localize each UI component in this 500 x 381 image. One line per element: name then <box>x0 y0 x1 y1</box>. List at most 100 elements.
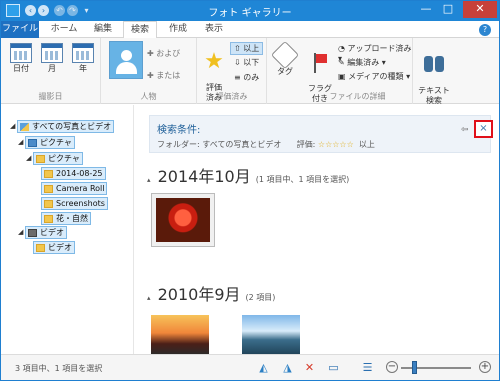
rose-photo <box>156 198 210 242</box>
collapse-pictures-folder-icon[interactable]: ◢ <box>26 154 31 162</box>
rating-criteria-label: 評価: <box>296 140 316 149</box>
search-criteria-title: 検索条件: <box>157 125 201 136</box>
edited-label: 編集済み <box>347 58 380 67</box>
folder-criteria-value: すべての写真とビデオ <box>202 140 282 149</box>
edited-dropdown[interactable]: ✎ 編集済み ▾ <box>338 57 386 68</box>
rating-above-label: 以上 <box>243 44 260 53</box>
photo-thumbnail[interactable] <box>151 315 209 355</box>
collapse-pictures-icon[interactable]: ◢ <box>18 138 23 146</box>
rating-above-button[interactable]: ⇧ 以上 <box>230 42 264 55</box>
year-button[interactable]: 年 <box>69 43 97 74</box>
month-button[interactable]: 月 <box>38 43 66 74</box>
tree-item-flowers-nature[interactable]: 花・自然 <box>41 212 91 225</box>
date-button-label: 日付 <box>13 64 29 73</box>
zoom-out-button[interactable]: − <box>386 361 398 373</box>
collapse-all-media-icon[interactable]: ◢ <box>10 122 15 130</box>
lake-photo <box>242 315 300 355</box>
uploaded-label: アップロード済み <box>347 44 412 53</box>
photo-thumbnail[interactable] <box>242 315 300 355</box>
media-type-dropdown[interactable]: ▣ メディアの種類 ▾ <box>338 71 410 82</box>
people-group-label: 人物 <box>140 92 157 101</box>
tree-label: すべての写真とビデオ <box>32 122 112 131</box>
rating-group: ★ 評価 済み ⇧ 以上 ⇩ 以下 ≡ のみ 評価済み <box>197 38 267 104</box>
rotate-right-icon[interactable]: ◮ <box>281 361 294 374</box>
maximize-button[interactable]: □ <box>437 1 459 18</box>
group-month-label: 2014年10月 <box>157 167 251 186</box>
flag-icon <box>312 53 328 73</box>
tag-button[interactable]: タグ <box>270 40 300 77</box>
ribbon: 日付 月 年 撮影日 ✚ および ✚ または 人物 ★ 評価 済み ⇧ 以上 ⇩… <box>1 38 499 106</box>
folder-icon <box>36 155 45 163</box>
ribbon-tabs: ファイル ホーム 編集 検索 作成 表示 ? <box>1 21 499 39</box>
collapse-videos-icon[interactable]: ◢ <box>18 228 23 236</box>
photo-gallery-window: ‹ › ↶ ↷ ▾ フォト ギャラリー — □ ✕ ファイル ホーム 編集 検索… <box>0 0 500 381</box>
media-type-label: メディアの種類 <box>348 72 404 81</box>
rating-below-button[interactable]: ⇩ 以下 <box>231 57 262 68</box>
tree-label: Screenshots <box>56 199 105 208</box>
tree-item-2014-08-25[interactable]: 2014-08-25 <box>41 167 106 180</box>
tab-create[interactable]: 作成 <box>161 21 195 38</box>
tab-file[interactable]: ファイル <box>1 21 39 38</box>
tag-icon <box>270 40 300 70</box>
rotate-left-icon[interactable]: ◭ <box>257 361 270 374</box>
tree-label: 2014-08-25 <box>56 169 103 178</box>
calendar-year-icon <box>72 43 94 63</box>
videos-library-icon <box>28 229 37 237</box>
tree-item-screenshots[interactable]: Screenshots <box>41 197 108 210</box>
rating-only-label: のみ <box>243 73 260 82</box>
close-search-button[interactable]: × <box>474 120 493 138</box>
tree-item-camera-roll[interactable]: Camera Roll <box>41 182 108 195</box>
status-bar: 3 項目中、1 項目を選択 ◭ ◮ ✕ ▭ ☰ − + <box>1 354 499 380</box>
tree-label: ビデオ <box>48 243 72 252</box>
tree-label: ピクチャ <box>48 154 80 163</box>
tab-home[interactable]: ホーム <box>45 21 83 38</box>
and-button[interactable]: ✚ および <box>147 48 180 59</box>
tree-label: ピクチャ <box>40 138 72 147</box>
photo-thumbnail[interactable] <box>151 193 215 247</box>
binoculars-icon <box>423 52 445 74</box>
search-criteria-panel: 検索条件: フォルダー: すべての写真とビデオ 評価: ☆☆☆☆☆ 以上 ⇦ × <box>149 115 493 153</box>
selection-status: 3 項目中、1 項目を選択 <box>15 364 103 373</box>
tab-search[interactable]: 検索 <box>123 21 157 39</box>
tab-view[interactable]: 表示 <box>197 21 231 38</box>
tree-item-pictures-library[interactable]: ピクチャ <box>25 136 75 149</box>
rating-below-label: 以下 <box>243 58 260 67</box>
tree-item-all-media[interactable]: すべての写真とビデオ <box>17 120 115 133</box>
tree-item-videos-folder[interactable]: ビデオ <box>33 241 75 254</box>
year-button-label: 年 <box>79 64 87 73</box>
text-search-label: テキスト 検索 <box>418 86 450 105</box>
folder-icon <box>44 200 53 208</box>
help-icon[interactable]: ? <box>479 24 491 36</box>
search-back-icon[interactable]: ⇦ <box>461 125 469 135</box>
date-button[interactable]: 日付 <box>7 43 35 74</box>
people-group: ✚ および ✚ または 人物 <box>101 38 197 104</box>
rating-only-button[interactable]: ≡ のみ <box>231 72 262 83</box>
calendar-month-icon <box>41 43 63 63</box>
slideshow-icon[interactable]: ▭ <box>327 361 340 374</box>
date-group-label: 撮影日 <box>38 92 63 101</box>
tree-item-videos-library[interactable]: ビデオ <box>25 226 67 239</box>
folder-criteria-label: フォルダー: <box>157 140 200 149</box>
details-view-icon[interactable]: ☰ <box>361 361 374 374</box>
zoom-in-button[interactable]: + <box>479 361 491 373</box>
minimize-button[interactable]: — <box>415 1 437 18</box>
group-header-2010-09[interactable]: 2010年9月 (2 項目) <box>147 281 276 305</box>
or-label: または <box>156 71 181 80</box>
tree-item-pictures-folder[interactable]: ピクチャ <box>33 152 83 165</box>
zoom-slider-thumb[interactable] <box>412 361 417 374</box>
text-search-button[interactable]: テキスト 検索 <box>417 41 451 106</box>
group-header-2014-10[interactable]: 2014年10月 (1 項目中、1 項目を選択) <box>147 163 350 187</box>
or-button[interactable]: ✚ または <box>147 70 180 81</box>
tree-label: 花・自然 <box>56 214 88 223</box>
group-count-label: (1 項目中、1 項目を選択) <box>255 175 350 184</box>
all-media-icon <box>20 123 29 131</box>
tab-edit[interactable]: 編集 <box>87 21 119 38</box>
person-tile[interactable] <box>109 41 143 79</box>
delete-icon[interactable]: ✕ <box>303 361 316 374</box>
and-label: および <box>156 49 181 58</box>
close-button[interactable]: ✕ <box>463 1 497 18</box>
group-month-label: 2010年9月 <box>157 285 241 304</box>
pictures-library-icon <box>28 139 37 147</box>
navigation-tree: ◢ すべての写真とビデオ ◢ ピクチャ ◢ ピクチャ 2014-08-25 Ca… <box>1 105 134 354</box>
folder-icon <box>44 185 53 193</box>
